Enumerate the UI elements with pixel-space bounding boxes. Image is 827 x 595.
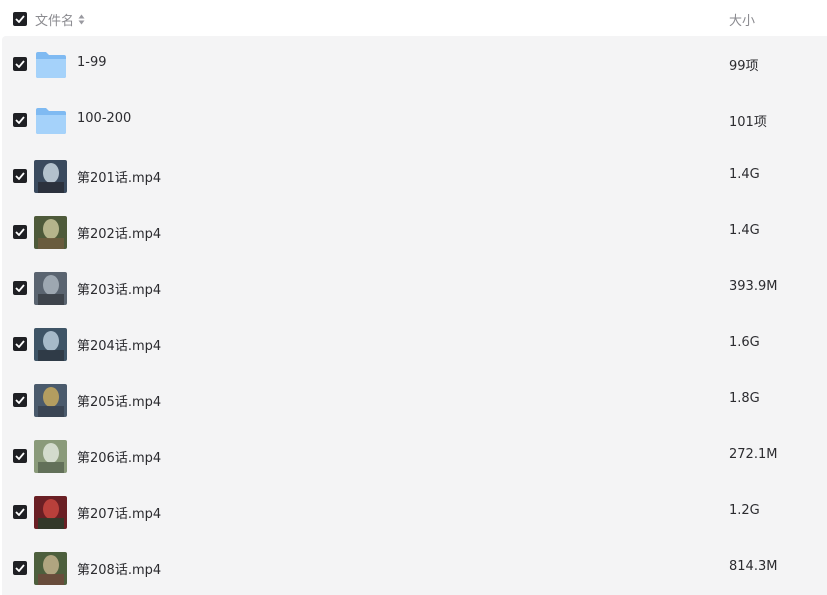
file-size: 393.9M <box>729 279 778 294</box>
file-size: 1.2G <box>729 503 760 518</box>
file-name[interactable]: 第203话.mp4 <box>77 279 161 298</box>
size-column-header[interactable]: 大小 <box>729 10 755 29</box>
name-column-header[interactable]: 文件名 <box>35 10 85 29</box>
checkmark-icon <box>15 508 25 516</box>
checkmark-icon <box>15 172 25 180</box>
file-row[interactable]: 第205话.mp4 1.8G <box>2 372 827 428</box>
file-row[interactable]: 第204话.mp4 1.6G <box>2 316 827 372</box>
row-checkbox[interactable] <box>13 225 27 239</box>
video-thumbnail <box>34 496 67 529</box>
file-size: 1.4G <box>729 167 760 182</box>
file-row[interactable]: 第206话.mp4 272.1M <box>2 428 827 484</box>
file-name[interactable]: 1-99 <box>77 55 107 70</box>
file-name[interactable]: 第205话.mp4 <box>77 391 161 410</box>
file-row[interactable]: 第208话.mp4 814.3M <box>2 540 827 595</box>
file-list: 文件名 大小 1-99 99项 100-200 101项 第201话.mp4 1.4G 第2… <box>0 0 827 595</box>
video-thumbnail <box>34 328 67 361</box>
checkmark-icon <box>15 15 25 23</box>
file-size: 1.6G <box>729 335 760 350</box>
video-thumbnail <box>34 384 67 417</box>
file-name[interactable]: 100-200 <box>77 111 131 126</box>
video-thumbnail <box>34 552 67 585</box>
row-checkbox[interactable] <box>13 393 27 407</box>
video-thumbnail <box>34 160 67 193</box>
folder-icon <box>35 107 67 135</box>
file-row[interactable]: 第207话.mp4 1.2G <box>2 484 827 540</box>
name-column-label: 文件名 <box>35 14 75 29</box>
file-size: 1.4G <box>729 223 760 238</box>
file-row[interactable]: 第202话.mp4 1.4G <box>2 204 827 260</box>
file-name[interactable]: 第201话.mp4 <box>77 167 161 186</box>
file-rows: 1-99 99项 100-200 101项 第201话.mp4 1.4G 第202话.mp4… <box>2 36 827 595</box>
file-row[interactable]: 第203话.mp4 393.9M <box>2 260 827 316</box>
checkmark-icon <box>15 284 25 292</box>
file-row[interactable]: 第201话.mp4 1.4G <box>2 148 827 204</box>
file-name[interactable]: 第207话.mp4 <box>77 503 161 522</box>
folder-icon <box>35 51 67 79</box>
file-row[interactable]: 100-200 101项 <box>2 92 827 148</box>
checkmark-icon <box>15 340 25 348</box>
file-size: 101项 <box>729 115 767 130</box>
checkmark-icon <box>15 396 25 404</box>
row-checkbox[interactable] <box>13 113 27 127</box>
video-thumbnail <box>34 272 67 305</box>
row-checkbox[interactable] <box>13 57 27 71</box>
row-checkbox[interactable] <box>13 561 27 575</box>
video-thumbnail <box>34 440 67 473</box>
checkmark-icon <box>15 564 25 572</box>
row-checkbox[interactable] <box>13 449 27 463</box>
row-checkbox[interactable] <box>13 505 27 519</box>
file-name[interactable]: 第204话.mp4 <box>77 335 161 354</box>
select-all-checkbox[interactable] <box>13 12 27 26</box>
file-name[interactable]: 第206话.mp4 <box>77 447 161 466</box>
list-header: 文件名 大小 <box>0 0 827 37</box>
file-name[interactable]: 第202话.mp4 <box>77 223 161 242</box>
file-size: 272.1M <box>729 447 778 462</box>
checkmark-icon <box>15 452 25 460</box>
video-thumbnail <box>34 216 67 249</box>
checkmark-icon <box>15 60 25 68</box>
file-size: 99项 <box>729 59 759 74</box>
file-size: 814.3M <box>729 559 778 574</box>
sort-icon[interactable] <box>78 14 85 25</box>
checkmark-icon <box>15 228 25 236</box>
file-size: 1.8G <box>729 391 760 406</box>
file-row[interactable]: 1-99 99项 <box>2 36 827 92</box>
file-name[interactable]: 第208话.mp4 <box>77 559 161 578</box>
row-checkbox[interactable] <box>13 169 27 183</box>
row-checkbox[interactable] <box>13 281 27 295</box>
row-checkbox[interactable] <box>13 337 27 351</box>
checkmark-icon <box>15 116 25 124</box>
